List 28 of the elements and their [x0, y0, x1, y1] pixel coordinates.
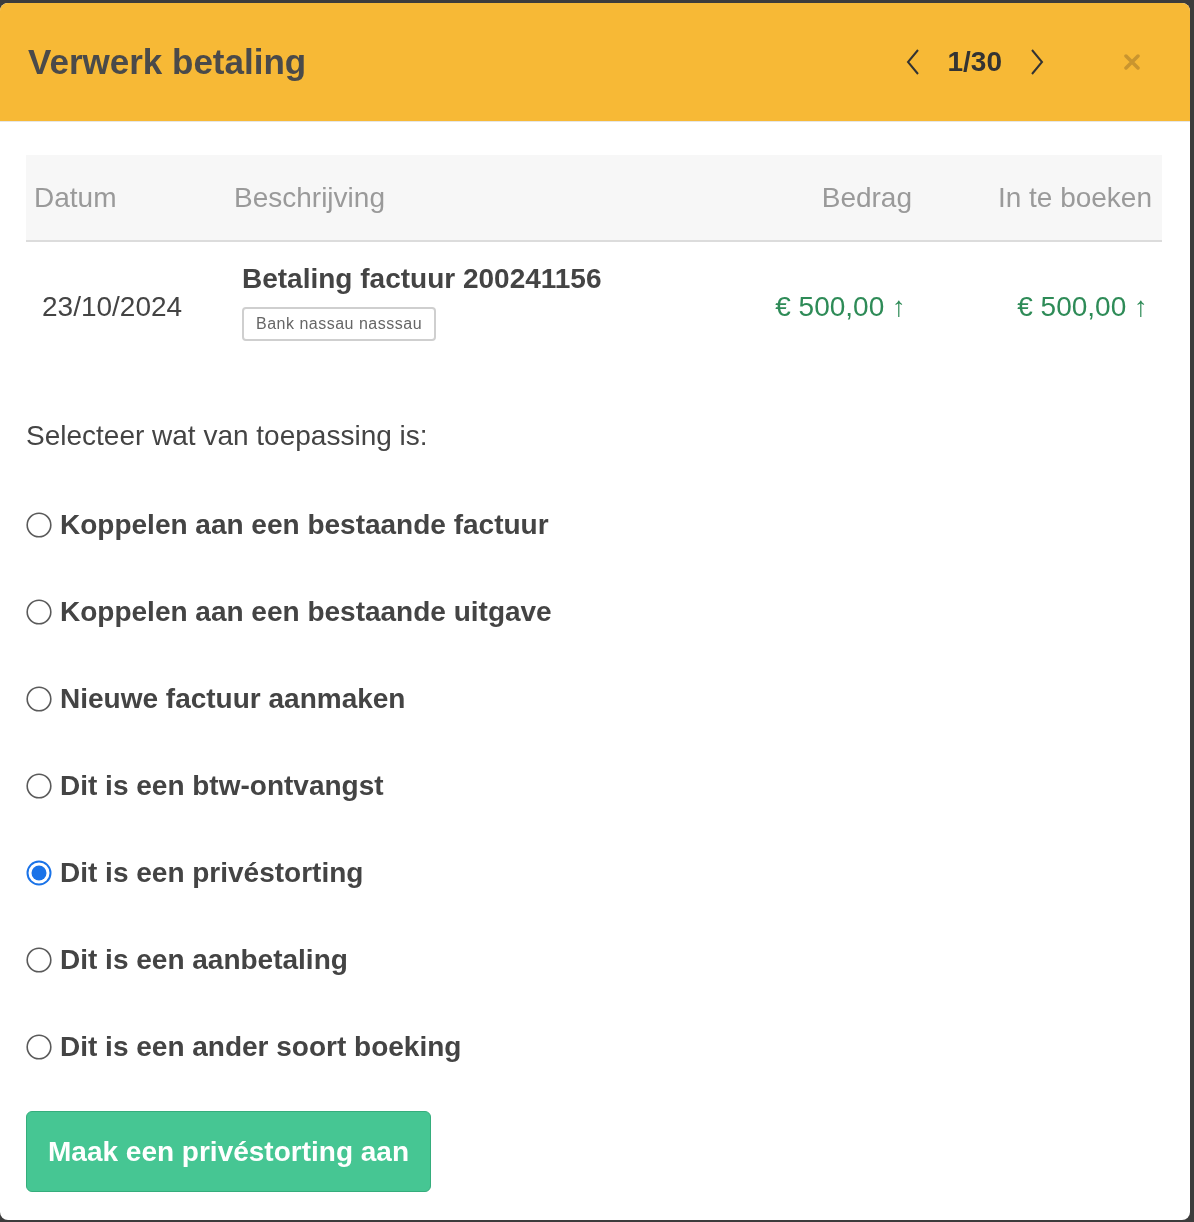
to-book-cell-text: € 500,00 ↑: [1016, 291, 1149, 323]
page-position: 1/30: [946, 46, 1003, 78]
radio-button[interactable]: [26, 859, 52, 886]
radio-button[interactable]: [26, 946, 52, 973]
radio-button[interactable]: [26, 772, 52, 799]
radio-button[interactable]: [26, 598, 52, 625]
option-label[interactable]: Dit is een btw-ontvangst: [60, 769, 384, 802]
radio-button[interactable]: [26, 1033, 52, 1060]
option-label[interactable]: Dit is een aanbetaling: [60, 943, 348, 976]
column-header: Bedrag: [820, 181, 913, 214]
option-label[interactable]: Nieuwe factuur aanmaken: [60, 682, 406, 715]
option-label[interactable]: Koppelen aan een bestaande factuur: [60, 508, 549, 541]
option-label[interactable]: Dit is een ander soort boeking: [60, 1030, 462, 1063]
column-header: Beschrijving: [233, 181, 386, 214]
column-header: In te boeken: [996, 181, 1153, 214]
option-label[interactable]: Koppelen aan een bestaande uitgave: [60, 595, 552, 628]
radio-button[interactable]: [26, 685, 52, 712]
amount-cell-text: € 500,00 ↑: [774, 291, 907, 323]
account-tag: Bank nassau nasssau: [242, 307, 437, 341]
column-header: Datum: [33, 181, 118, 214]
previous-icon[interactable]: [905, 49, 920, 75]
prompt-text: Selecteer wat van toepassing is:: [26, 420, 428, 452]
dialog-title: Verwerk betaling: [28, 42, 307, 82]
next-icon[interactable]: [1030, 49, 1044, 75]
date-cell-text: 23/10/2024: [41, 291, 184, 323]
radio-button[interactable]: [26, 511, 52, 538]
option-label[interactable]: Dit is een privéstorting: [60, 856, 364, 889]
description-text: Betaling factuur 200241156: [242, 263, 602, 295]
